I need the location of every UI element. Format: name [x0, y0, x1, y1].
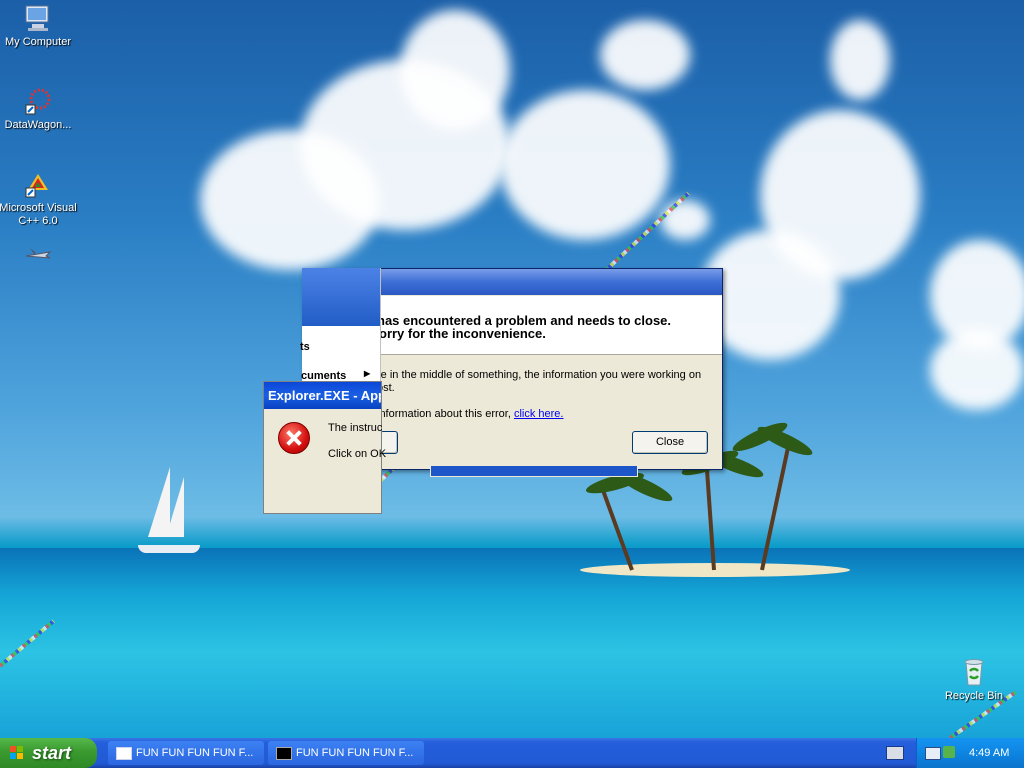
app-error-line1: The instruc: [328, 422, 383, 434]
start-label: start: [32, 743, 72, 763]
desktop-icon-recycle-bin[interactable]: Recycle Bin: [934, 656, 1014, 703]
error-body-line1: re in the middle of something, the infor…: [377, 369, 702, 381]
cloud: [930, 330, 1024, 410]
desktop-icon-label: Recycle Bin: [944, 690, 1004, 702]
close-button[interactable]: Close: [632, 431, 708, 454]
more-info-text: information about this error,: [377, 408, 511, 420]
recycle-bin-icon: [958, 656, 990, 688]
airplane-icon: [22, 244, 54, 276]
dialog-title[interactable]: Explorer.EXE - App: [264, 382, 381, 409]
cloud: [660, 200, 710, 240]
display-tray-icon[interactable]: [925, 747, 941, 760]
taskbar-item-label: FUN FUN FUN FUN F...: [136, 747, 254, 759]
cloud: [830, 20, 890, 100]
system-tray: 4:49 AM: [916, 738, 1024, 768]
submenu-arrow-icon: ▶: [364, 369, 371, 378]
dialog-progress-strip: [430, 465, 638, 477]
sailboat: [166, 477, 184, 537]
keyboard-icon[interactable]: [886, 746, 904, 760]
cloud: [400, 10, 510, 130]
cloud: [600, 20, 690, 90]
desktop-icon-label: My Computer: [4, 36, 72, 48]
desktop-icon-msvc[interactable]: Microsoft Visual C++ 6.0: [0, 168, 78, 228]
error-more-info: information about this error, click here…: [377, 408, 564, 420]
click-here-link[interactable]: click here.: [514, 408, 564, 420]
window-icon: [116, 747, 132, 760]
cloud: [760, 110, 920, 280]
sea: [0, 548, 1024, 738]
explorer-app-error-dialog[interactable]: Explorer.EXE - App The instruc Click on …: [263, 381, 386, 514]
desktop-icon-my-computer[interactable]: My Computer: [0, 2, 78, 49]
desktop-icon-label: DataWagon...: [4, 119, 72, 131]
console-icon: [276, 747, 292, 760]
visual-cpp-icon: [22, 168, 54, 200]
desktop-icon-datawagon[interactable]: DataWagon...: [0, 85, 78, 132]
network-tray-icon[interactable]: [943, 746, 955, 758]
desktop-icon-unnamed[interactable]: [0, 244, 78, 278]
sailboat-hull: [138, 545, 200, 553]
start-menu-header: [302, 268, 380, 326]
taskbar: start FUN FUN FUN FUN F... FUN FUN FUN F…: [0, 738, 1024, 768]
error-x-icon: [278, 422, 310, 454]
menu-item-programs[interactable]: ts: [300, 341, 310, 353]
cloud: [500, 90, 670, 240]
taskbar-item-label: FUN FUN FUN FUN F...: [296, 747, 414, 759]
clock[interactable]: 4:49 AM: [969, 738, 1009, 768]
taskbar-item[interactable]: FUN FUN FUN FUN F...: [268, 741, 424, 765]
datawagon-icon: [22, 85, 54, 117]
windows-logo-icon: [10, 746, 24, 760]
error-apology: orry for the inconvenience.: [379, 326, 546, 341]
start-button[interactable]: start: [0, 738, 97, 768]
desktop-icon-label: Microsoft Visual C++ 6.0: [0, 202, 77, 227]
taskbar-item[interactable]: FUN FUN FUN FUN F...: [108, 741, 264, 765]
computer-icon: [22, 2, 54, 34]
app-error-line2: Click on OK: [328, 448, 387, 460]
